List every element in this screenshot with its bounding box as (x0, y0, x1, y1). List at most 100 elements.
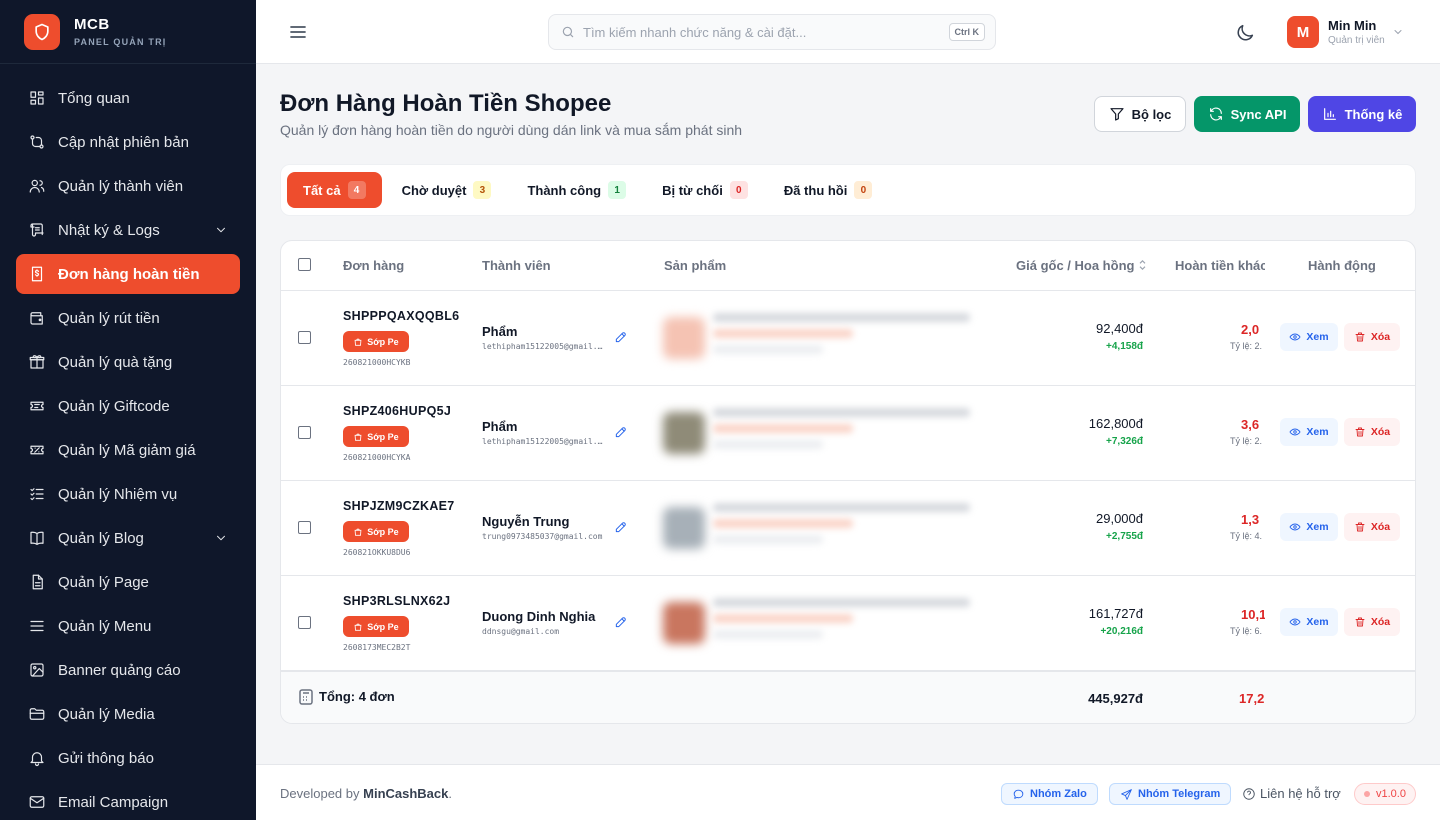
order-id[interactable]: SHP3RLSLNX62J (343, 594, 450, 608)
sidebar-item-15[interactable]: Quản lý Media (16, 694, 240, 734)
sidebar-item-6[interactable]: Quản lý rút tiền (16, 298, 240, 338)
commission: +20,216đ (1100, 626, 1143, 637)
row-checkbox[interactable] (298, 616, 311, 629)
total-refund: 17,2 (1239, 691, 1265, 706)
product-image[interactable] (663, 317, 705, 359)
version-badge: v1.0.0 (1354, 783, 1416, 805)
sidebar-item-label: Quản lý Blog (58, 529, 144, 547)
eye-icon (1289, 333, 1301, 341)
search-input[interactable] (583, 24, 949, 40)
order-id[interactable]: SHPJZM9CZKAE7 (343, 499, 455, 513)
header-member: Thành viên (482, 258, 551, 273)
sidebar-item-7[interactable]: Quản lý quà tặng (16, 342, 240, 382)
view-button[interactable]: Xem (1280, 418, 1338, 446)
row-checkbox[interactable] (298, 331, 311, 344)
order-id[interactable]: SHPZ406HUPQ5J (343, 404, 451, 418)
user-menu[interactable]: M Min Min Quản trị viên (1287, 16, 1404, 48)
customer-refund: 1,3 (1241, 512, 1260, 527)
refund-rate: Tỷ lệ: 6. (1230, 626, 1263, 636)
delete-button[interactable]: Xóa (1344, 608, 1400, 636)
sidebar-item-3[interactable]: Quản lý thành viên (16, 166, 240, 206)
total-price: 445,927đ (1088, 691, 1143, 706)
view-button[interactable]: Xem (1280, 513, 1338, 541)
filter-button[interactable]: Bộ lọc (1094, 96, 1186, 132)
row-checkbox[interactable] (298, 521, 311, 534)
sidebar-item-12[interactable]: Quản lý Page (16, 562, 240, 602)
tab-4[interactable]: Bị từ chối 0 (646, 172, 764, 208)
tab-5[interactable]: Đã thu hồi 0 (768, 172, 889, 208)
eye-icon (1289, 618, 1301, 626)
tab-count-badge: 0 (854, 181, 873, 199)
platform-label: Sớp Pe (367, 431, 399, 442)
sidebar-item-11[interactable]: Quản lý Blog (16, 518, 240, 558)
brand[interactable]: MCB PANEL QUẢN TRỊ (0, 0, 256, 64)
tab-3[interactable]: Thành công 1 (511, 172, 642, 208)
table-row: SHPZ406HUPQ5J Sớp Pe 260821000HCYKA Phẩm let… (281, 386, 1415, 481)
task-list-icon (30, 488, 44, 501)
sidebar-item-label: Email Campaign (58, 793, 169, 811)
delete-label: Xóa (1370, 616, 1391, 628)
zalo-group-button[interactable]: Nhóm Zalo (1001, 783, 1098, 805)
statistics-button[interactable]: Thống kê (1308, 96, 1416, 132)
platform-badge: Sớp Pe (343, 426, 409, 447)
sidebar-item-4[interactable]: Nhật ký & Logs (16, 210, 240, 250)
sidebar-item-label: Quản lý thành viên (58, 177, 184, 195)
order-reference: 260821000HCYKB (343, 358, 411, 367)
view-button[interactable]: Xem (1280, 323, 1338, 351)
sidebar-item-17[interactable]: Email Campaign (16, 782, 240, 820)
platform-badge: Sớp Pe (343, 331, 409, 352)
edit-pencil-icon[interactable] (614, 425, 628, 439)
view-label: Xem (1306, 521, 1329, 533)
edit-pencil-icon[interactable] (614, 520, 628, 534)
sidebar-item-9[interactable]: Quản lý Mã giảm giá (16, 430, 240, 470)
delete-button[interactable]: Xóa (1344, 323, 1400, 351)
sidebar-item-16[interactable]: Gửi thông báo (16, 738, 240, 778)
commission: +4,158đ (1106, 341, 1143, 352)
member-email: lethipham15122005@gmail.com (482, 342, 604, 351)
member-email: trung0973485037@gmail.com (482, 532, 603, 541)
hamburger-menu-icon[interactable] (288, 22, 308, 42)
platform-label: Sớp Pe (367, 526, 399, 537)
sidebar-item-label: Quản lý rút tiền (58, 309, 160, 327)
chat-bubble-icon (1013, 789, 1024, 799)
view-button[interactable]: Xem (1280, 608, 1338, 636)
sidebar-item-label: Quản lý quà tặng (58, 353, 173, 371)
product-image[interactable] (663, 602, 705, 644)
telegram-group-button[interactable]: Nhóm Telegram (1109, 783, 1232, 805)
sync-api-button[interactable]: Sync API (1194, 96, 1300, 132)
header-price-label: Giá gốc / Hoa hồng (1016, 258, 1135, 273)
edit-pencil-icon[interactable] (614, 330, 628, 344)
delete-button[interactable]: Xóa (1344, 513, 1400, 541)
sidebar-item-2[interactable]: Cập nhật phiên bản (16, 122, 240, 162)
chevron-down-icon (217, 227, 225, 233)
sidebar-item-10[interactable]: Quản lý Nhiệm vụ (16, 474, 240, 514)
dev-name[interactable]: MinCashBack (363, 786, 448, 801)
edit-pencil-icon[interactable] (614, 615, 628, 629)
header-price-commission[interactable]: Giá gốc / Hoa hồng (1016, 241, 1147, 291)
refresh-icon (1209, 107, 1222, 121)
support-label: Liên hệ hỗ trợ (1260, 786, 1341, 801)
product-image[interactable] (663, 412, 705, 454)
sidebar-item-5[interactable]: Đơn hàng hoàn tiền (16, 254, 240, 294)
sidebar-item-14[interactable]: Banner quảng cáo (16, 650, 240, 690)
log-scroll-icon (30, 223, 44, 237)
dark-mode-moon-icon[interactable] (1234, 22, 1256, 44)
sidebar-item-label: Tổng quan (58, 89, 130, 107)
order-id[interactable]: SHPPPQAXQQBL6 (343, 309, 459, 323)
sidebar-item-1[interactable]: Tổng quan (16, 78, 240, 118)
sidebar-item-13[interactable]: Quản lý Menu (16, 606, 240, 646)
header-refund: Hoàn tiền khách (1175, 258, 1265, 273)
trash-icon (1355, 332, 1365, 342)
select-all-checkbox[interactable] (298, 258, 311, 271)
sidebar-item-8[interactable]: Quản lý Giftcode (16, 386, 240, 426)
search-box[interactable]: Ctrl K (548, 14, 996, 50)
row-checkbox[interactable] (298, 426, 311, 439)
tab-1[interactable]: Tất cả 4 (287, 172, 382, 208)
user-role: Quản trị viên (1328, 35, 1385, 46)
delete-button[interactable]: Xóa (1344, 418, 1400, 446)
tab-2[interactable]: Chờ duyệt 3 (386, 172, 508, 208)
search-shortcut: Ctrl K (948, 23, 985, 41)
support-link[interactable]: Liên hệ hỗ trợ (1242, 786, 1341, 801)
user-name: Min Min (1328, 18, 1377, 33)
product-image[interactable] (663, 507, 705, 549)
